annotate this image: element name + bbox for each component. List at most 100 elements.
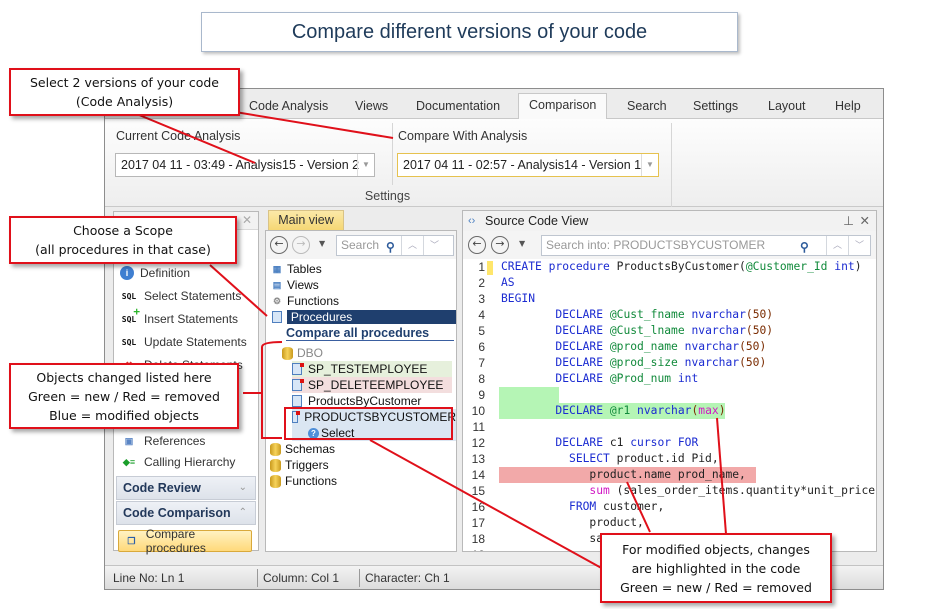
tree-node-label: ProductsByCustomer (308, 394, 422, 408)
scope-item-calling-hierarchy[interactable]: ◆≡ Calling Hierarchy (120, 452, 235, 472)
back-icon[interactable]: ← (270, 236, 288, 254)
tab-views[interactable]: Views (345, 95, 398, 119)
close-icon[interactable]: ✕ (242, 213, 252, 227)
procedures-icon (270, 309, 284, 325)
tree-node-views[interactable]: ▤ Views (270, 277, 319, 293)
line-number: 11 (472, 420, 485, 434)
search-prev-icon[interactable]: ︿ (826, 236, 848, 255)
callout-text: Blue = modified objects (49, 407, 199, 423)
compare-analysis-select[interactable]: 2017 04 11 - 02:57 - Analysis14 - Versio… (397, 153, 659, 177)
scope-item-references[interactable]: ▣ References (120, 431, 206, 451)
section-code-review[interactable]: Code Review ⌄ (116, 476, 256, 500)
current-analysis-select[interactable]: 2017 04 11 - 03:49 - Analysis15 - Versio… (115, 153, 375, 177)
code-line: 16 FROM customer, (463, 499, 876, 515)
tab-layout[interactable]: Layout (758, 95, 816, 119)
search-placeholder: Search (341, 238, 380, 252)
close-icon[interactable]: ✕ (860, 211, 870, 231)
tree-node-procedures[interactable]: Procedures (270, 309, 456, 325)
tree-node-select[interactable]: ? Select (292, 425, 456, 441)
section-code-comparison[interactable]: Code Comparison ⌃ (116, 501, 256, 525)
chevron-down-icon: ⌄ (238, 482, 247, 493)
tab-comparison[interactable]: Comparison (518, 93, 608, 120)
callout-text: Select 2 versions of your code (30, 75, 219, 90)
compare-procedures-button[interactable]: ❐ Compare procedures (118, 527, 252, 555)
back-icon[interactable]: ← (468, 236, 486, 254)
ribbon-group-settings-label: Settings (364, 189, 411, 203)
tree-node-label: Functions (287, 294, 340, 308)
source-code-title: Source Code View (485, 214, 589, 228)
search-icon[interactable]: ⚲ (800, 238, 809, 257)
code-text: DECLARE @r1 nvarchar(max) (555, 404, 726, 417)
main-view-navbar: ← → ▼ Search ⚲ ︿ ﹀ (266, 231, 456, 259)
chevron-down-icon[interactable]: ▼ (641, 154, 658, 176)
source-code-header: ‹› Source Code View ⊥ ✕ (463, 211, 876, 231)
tab-code-analysis[interactable]: Code Analysis (239, 95, 338, 119)
scope-item-select-statements[interactable]: SQL Select Statements (120, 286, 242, 306)
line-number: 8 (478, 372, 485, 386)
callout-select-versions: Select 2 versions of your code (Code Ana… (9, 68, 240, 116)
triggers-icon (270, 458, 281, 472)
tab-help[interactable]: Help (825, 95, 871, 119)
tree-node-productsbycustomer-modified[interactable]: PRODUCTSBYCUSTOMER (292, 409, 456, 425)
code-line: 10 DECLARE @r1 nvarchar(max) (463, 403, 876, 419)
tree-node-tables[interactable]: ▦ Tables (270, 261, 322, 277)
sql-insert-icon: SQL + (121, 305, 140, 324)
procedure-icon (292, 363, 304, 375)
scope-item-update-statements[interactable]: SQL Update Statements (120, 332, 247, 352)
line-number: 7 (478, 356, 485, 370)
tab-documentation[interactable]: Documentation (406, 95, 510, 119)
code-text: DECLARE @prod_name nvarchar(50) (555, 340, 767, 353)
line-number: 6 (478, 340, 485, 354)
compare-all-procedures-link[interactable]: Compare all procedures (286, 325, 454, 341)
search-placeholder: Search into: PRODUCTSBYCUSTOMER (546, 238, 766, 252)
tree-node-sp-testemployee[interactable]: SP_TESTEMPLOYEE (292, 361, 452, 377)
ribbon-separator (671, 123, 672, 207)
code-text: SELECT product.id Pid, (569, 452, 719, 465)
search-next-icon[interactable]: ﹀ (423, 236, 445, 255)
tree-node-functions-2[interactable]: Functions (270, 473, 337, 489)
ribbon: Current Code Analysis 2017 04 11 - 03:49… (105, 119, 883, 207)
history-dropdown-icon[interactable]: ▼ (519, 239, 525, 248)
schemas-icon (270, 442, 281, 456)
callout-text: (all procedures in that case) (35, 242, 211, 257)
chevron-down-icon[interactable]: ▼ (357, 154, 374, 176)
scope-item-definition[interactable]: i Definition (120, 263, 190, 283)
tab-main-view[interactable]: Main view (268, 210, 344, 230)
tree-node-productsbycustomer[interactable]: ProductsByCustomer (292, 393, 452, 409)
search-icon[interactable]: ⚲ (386, 238, 395, 257)
callout-text: Objects changed listed here (36, 369, 212, 385)
tree-node-label: Functions (285, 474, 338, 488)
code-line: 3 BEGIN (463, 291, 876, 307)
pin-icon[interactable]: ⊥ (843, 211, 854, 231)
history-dropdown-icon[interactable]: ▼ (319, 239, 325, 248)
forward-icon[interactable]: → (491, 236, 509, 254)
source-code-search-input[interactable]: Search into: PRODUCTSBYCUSTOMER ⚲ ︿ ﹀ (541, 235, 871, 256)
line-number: 10 (471, 404, 485, 418)
code-editor[interactable]: 1 CREATE procedure ProductsByCustomer(@Cu… (463, 259, 876, 551)
tree-node-schemas[interactable]: Schemas (270, 441, 335, 457)
search-prev-icon[interactable]: ︿ (401, 236, 423, 255)
callout-modified-objects: For modified objects, changes are highli… (600, 533, 832, 603)
code-line: 6 DECLARE @prod_name nvarchar(50) (463, 339, 876, 355)
line-number: 4 (478, 308, 485, 322)
code-line: 8 DECLARE @Prod_num int (463, 371, 876, 387)
code-line: 2 AS (463, 275, 876, 291)
search-next-icon[interactable]: ﹀ (848, 236, 870, 255)
tree-node-sp-deleteemployee[interactable]: SP_DELETEEMPLOYEE (292, 377, 452, 393)
tree-node-dbo[interactable]: DBO (282, 345, 323, 361)
main-view-search-input[interactable]: Search ⚲ ︿ ﹀ (336, 235, 454, 256)
callout-text: Green = new / Red = removed (620, 579, 812, 595)
code-line: 4 DECLARE @Cust_fname nvarchar(50) (463, 307, 876, 323)
tree-node-functions[interactable]: ⚙ Functions (270, 293, 339, 309)
info-icon: i (120, 266, 134, 280)
status-separator (359, 569, 360, 587)
scope-item-insert-statements[interactable]: SQL + Insert Statements (120, 305, 238, 329)
tree-node-triggers[interactable]: Triggers (270, 457, 329, 473)
tab-settings[interactable]: Settings (683, 95, 748, 119)
callout-choose-scope: Choose a Scope (all procedures in that c… (9, 216, 237, 264)
code-text: DECLARE @Cust_lname nvarchar(50) (555, 324, 774, 337)
functions-icon: ⚙ (272, 295, 282, 306)
tab-search[interactable]: Search (617, 95, 677, 119)
tree-node-label: Procedures (286, 310, 456, 324)
forward-icon[interactable]: → (292, 236, 310, 254)
